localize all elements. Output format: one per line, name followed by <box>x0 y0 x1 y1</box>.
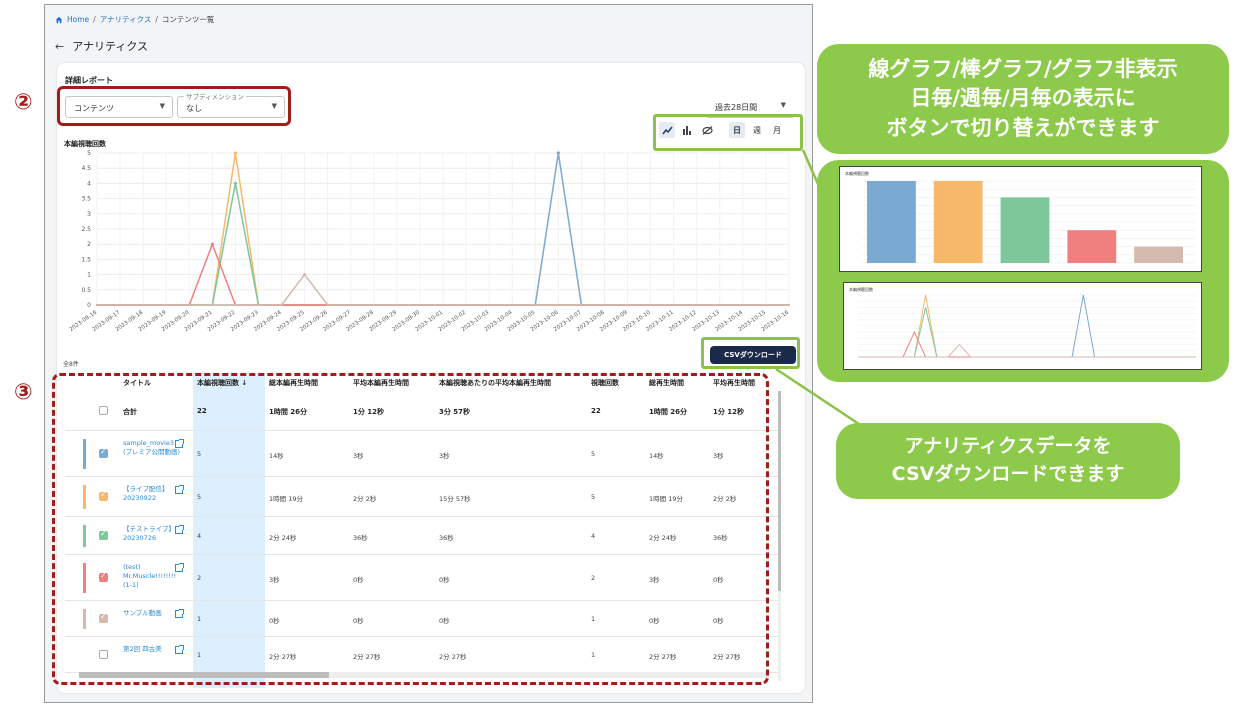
callout-chart-switch: 線グラフ/棒グラフ/グラフ非表示 日毎/週毎/月毎の表示に ボタンで切り替えがで… <box>817 44 1229 154</box>
preview-bar <box>933 181 983 263</box>
callout-line: 線グラフ/棒グラフ/グラフ非表示 <box>868 56 1178 81</box>
callout-line: 日毎/週毎/月毎の表示に <box>910 86 1136 111</box>
preview-bar-chart <box>862 180 1196 264</box>
preview-bar <box>1000 197 1050 263</box>
preview-bar <box>1067 230 1117 263</box>
callout-line: CSVダウンロードできます <box>891 463 1125 485</box>
callout-csv: アナリティクスデータを CSVダウンロードできます <box>836 423 1180 499</box>
preview-line-chart <box>858 294 1196 358</box>
bar-chart-preview: 本編視聴回数 <box>839 166 1202 272</box>
screenshot-root: Home / アナリティクス / コンテンツ一覧 ← アナリティクス 詳細レポー… <box>0 0 1239 711</box>
preview-bar <box>867 181 916 263</box>
preview-bar <box>1134 246 1183 263</box>
callout-line: アナリティクスデータを <box>904 435 1112 458</box>
callout-line: ボタンで切り替えができます <box>886 115 1160 140</box>
line-chart-preview: 本編視聴回数 <box>843 282 1202 370</box>
